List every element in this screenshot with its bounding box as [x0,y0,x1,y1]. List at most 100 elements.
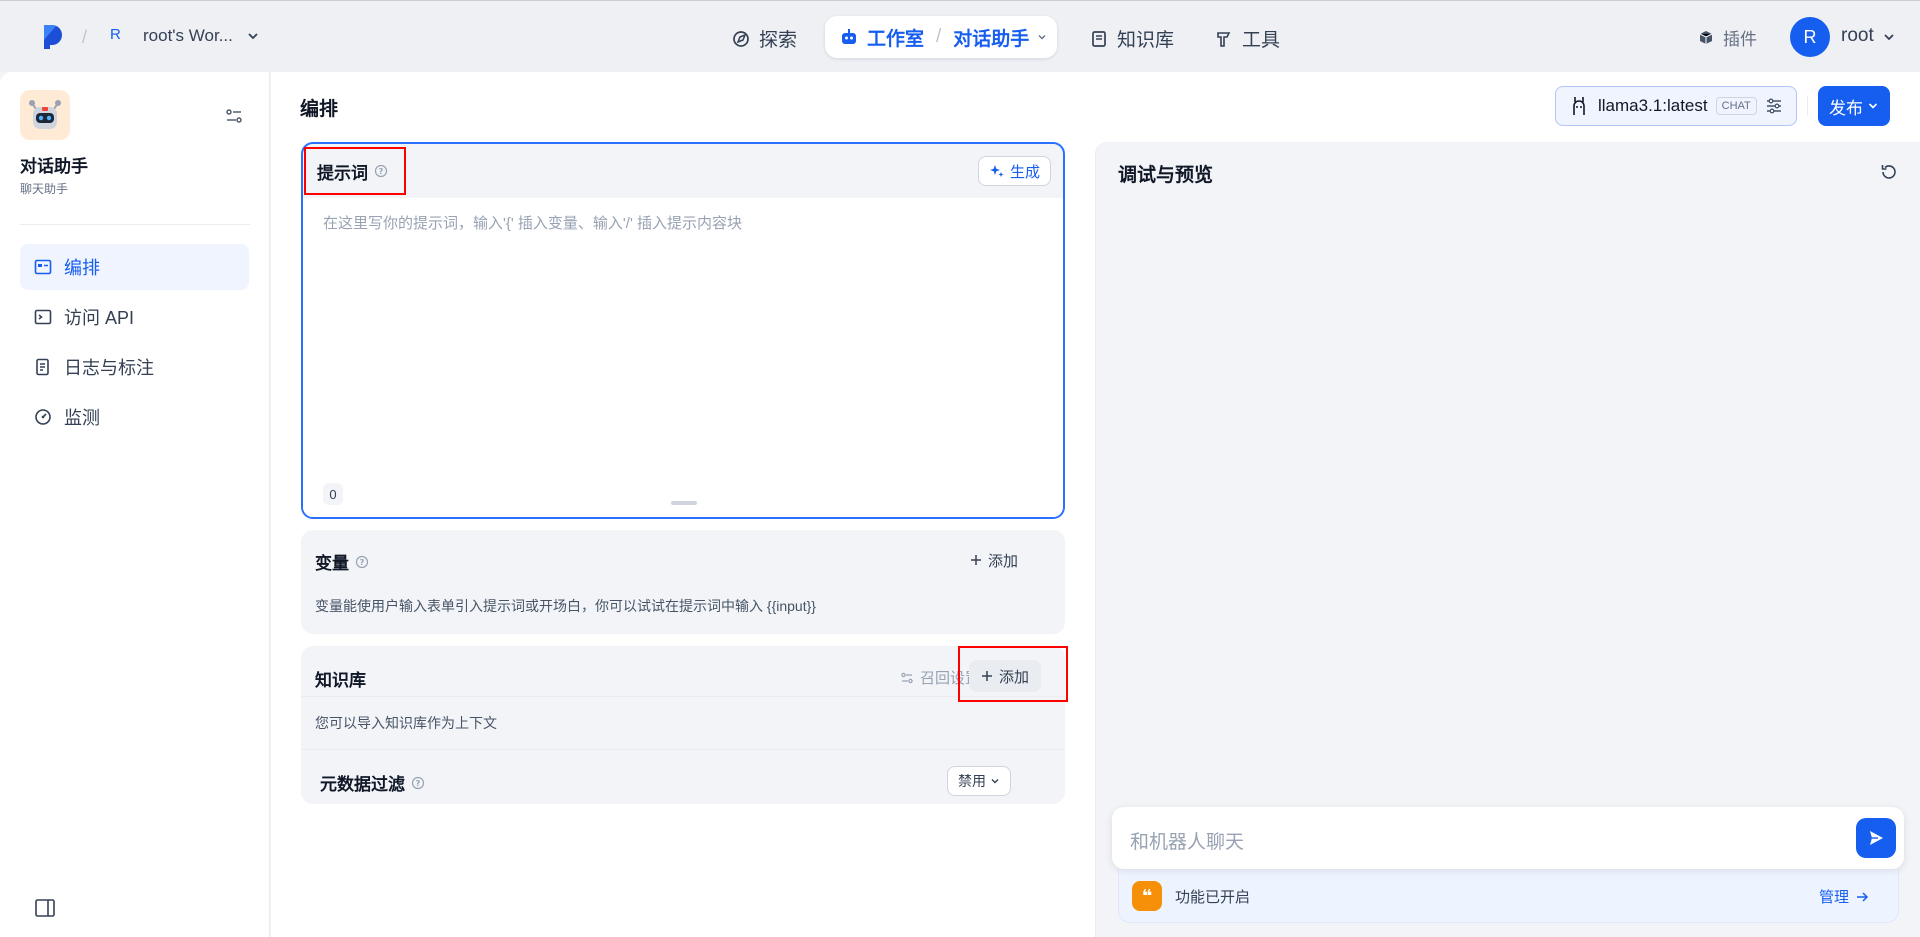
user-name[interactable]: root [1841,25,1874,47]
knowledge-title: 知识库 [315,671,366,690]
nav-tools-label: 工具 [1242,30,1281,51]
sidebar-item-api[interactable]: 访问 API [20,294,249,340]
nav-studio-label: 工作室 [867,28,925,50]
variables-header: 变量 ? [315,549,369,574]
nav-explore-label: 探索 [759,30,798,51]
app-robot-avatar [20,90,70,140]
log-icon [36,358,49,376]
sidebar-item-label: 访问 API [64,308,135,328]
prompt-card: 提示词 ? 生成 在这里写你的提示词，输入'{' 插入变量、输入'/' 插入提示… [301,142,1065,519]
breadcrumb-separator: / [82,27,88,47]
divider [301,749,1065,750]
svg-text:?: ? [360,558,365,567]
model-mode-badge: CHAT [1715,97,1757,115]
app-sidebar: 对话助手 聊天助手 编排 访问 API 日志与标注 监测 [0,72,270,937]
metadata-filter-header: 元数据过滤 ? [320,770,425,795]
workspace-name[interactable]: root's Wor... [143,26,233,46]
sidebar-item-label: 监测 [64,408,100,428]
main-panel: 编排 llama3.1:latest CHAT 发布 提示词 ? 生成 在这里写… [271,72,1920,937]
app-settings-icon[interactable] [224,106,244,126]
add-variable-button[interactable]: 添加 [958,544,1030,576]
send-button[interactable] [1856,818,1896,858]
knowledge-card: 知识库 召回设置 添加 您可以导入知识库作为上下文 元数据过滤 ? 禁用 [301,646,1065,804]
hammer-icon [1217,31,1231,47]
refresh-icon[interactable] [1879,162,1899,182]
chevron-down-icon[interactable] [1037,32,1047,42]
chat-input-placeholder: 和机器人聊天 [1130,832,1245,853]
chevron-down-icon [991,779,999,784]
highlight-box-prompt [304,147,406,195]
arrow-right-icon [1857,891,1869,902]
plugins-button[interactable]: 插件 [1697,25,1757,50]
robot-face-icon [29,100,61,129]
recall-settings-icon [901,672,913,683]
metadata-filter-value: 禁用 [958,773,986,789]
chevron-down-icon[interactable] [246,29,260,43]
plugins-label: 插件 [1723,30,1757,49]
model-selector[interactable]: llama3.1:latest CHAT [1555,86,1797,126]
nav-tools[interactable]: 工具 [1214,25,1280,52]
generate-button[interactable]: 生成 [977,156,1051,186]
debug-title: 调试与预览 [1118,165,1214,186]
highlight-box-add-knowledge [958,646,1068,702]
metadata-filter-title: 元数据过滤 [320,775,405,794]
collapse-sidebar-icon[interactable] [35,899,55,917]
svg-text:?: ? [416,779,421,788]
feature-quote-icon: ❝ [1132,881,1162,911]
breadcrumb-separator: / [936,26,942,47]
nav-explore[interactable]: 探索 [731,25,797,52]
nav-knowledge[interactable]: 知识库 [1089,25,1174,52]
model-name: llama3.1:latest [1598,96,1708,115]
prompt-placeholder: 在这里写你的提示词，输入'{' 插入变量、输入'/' 插入提示内容块 [323,215,742,232]
divider [1807,96,1808,116]
metadata-filter-select[interactable]: 禁用 [947,766,1011,796]
chevron-down-icon [1868,103,1878,109]
top-navbar: / R root's Wor... 探索 工作室 / 对话助手 知识库 工具 插… [0,0,1920,72]
nav-knowledge-label: 知识库 [1117,30,1175,51]
sidebar-item-orchestrate[interactable]: 编排 [20,244,249,290]
book-icon [1092,30,1106,47]
char-count-badge: 0 [323,483,343,505]
app-type: 聊天助手 [20,182,69,196]
current-app-label[interactable]: 对话助手 [953,24,1029,51]
terminal-icon [34,309,52,325]
sliders-icon[interactable] [1765,97,1783,115]
dify-logo-icon[interactable] [42,23,64,51]
variables-card: 变量 ? 添加 变量能使用户输入表单引入提示词或开场白，你可以试试在提示词中输入… [301,530,1065,634]
user-avatar[interactable]: R [1790,17,1830,57]
sparkle-icon [989,165,1004,177]
manage-features-button[interactable]: 管理 [1819,886,1869,907]
sidebar-item-logs[interactable]: 日志与标注 [20,344,249,390]
workspace-avatar[interactable]: R [110,26,121,43]
robot-icon [842,29,856,44]
manage-label: 管理 [1819,889,1850,906]
feature-status-text: 功能已开启 [1175,889,1251,906]
sidebar-item-monitor[interactable]: 监测 [20,394,249,440]
knowledge-description: 您可以导入知识库作为上下文 [315,715,497,731]
llama-icon [1573,97,1585,115]
plus-icon [971,555,981,565]
app-name: 对话助手 [20,157,88,176]
feature-status-bar: ❝ 功能已开启 管理 [1118,869,1899,923]
send-icon [1870,831,1883,845]
compass-icon [733,30,749,47]
variables-description: 变量能使用户输入表单引入提示词或开场白，你可以试试在提示词中输入 {{input… [315,598,816,614]
publish-label: 发布 [1829,98,1863,118]
help-icon[interactable]: ? [355,555,369,569]
gauge-icon [35,409,51,425]
cube-icon [1699,30,1713,44]
publish-button[interactable]: 发布 [1818,86,1890,126]
resize-handle[interactable] [671,501,697,505]
help-icon[interactable]: ? [411,776,425,790]
chevron-down-icon[interactable] [1882,30,1896,44]
add-label: 添加 [988,552,1019,570]
divider [20,224,250,225]
nav-studio[interactable]: 工作室 / 对话助手 [825,16,1057,58]
chat-input-box[interactable]: 和机器人聊天 [1112,807,1904,869]
divider [301,696,1065,697]
variables-title: 变量 [315,554,349,573]
prompt-header: 提示词 ? [303,144,1063,198]
orchestrate-icon [34,259,52,275]
prompt-editor[interactable]: 在这里写你的提示词，输入'{' 插入变量、输入'/' 插入提示内容块 0 [303,198,1063,517]
debug-preview-panel: 调试与预览 ❝ 功能已开启 管理 和机器人聊天 [1095,142,1920,937]
